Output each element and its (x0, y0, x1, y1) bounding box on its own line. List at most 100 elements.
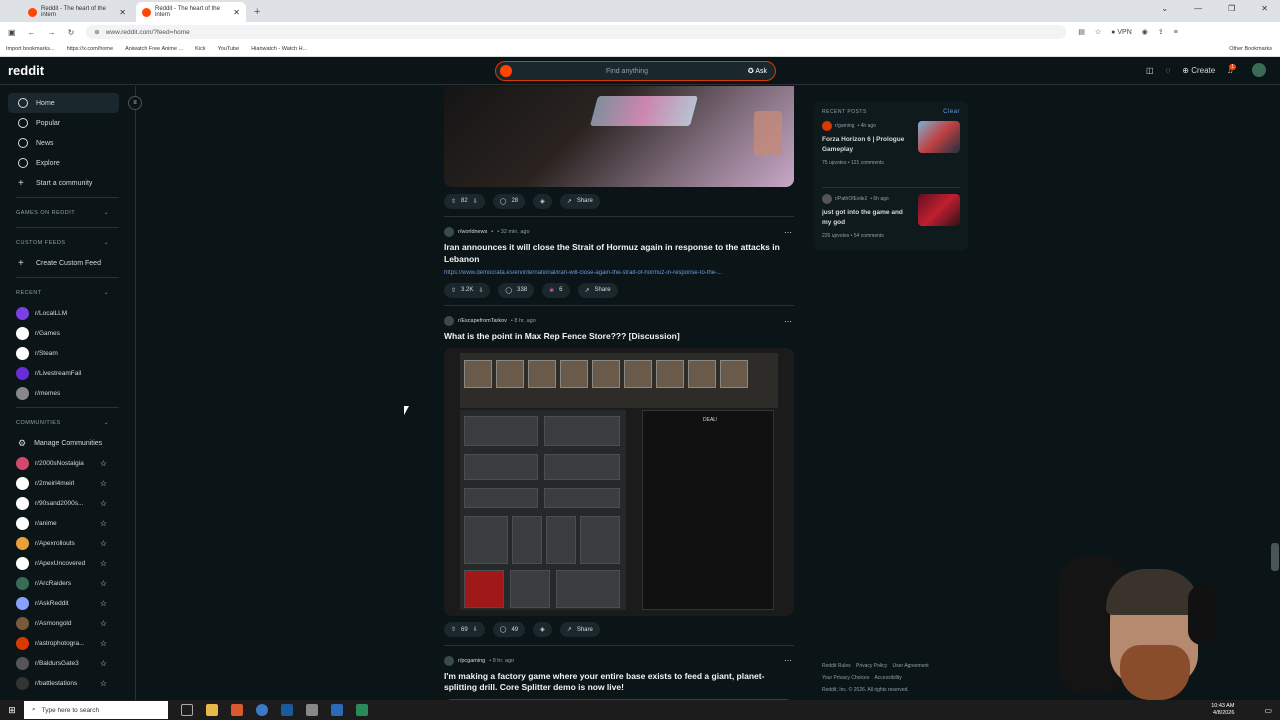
more-options-icon[interactable]: ⋯ (784, 656, 792, 665)
sidebar-community-item[interactable]: r/LivestreamFail (0, 363, 135, 383)
create-button[interactable]: ⊕ Create (1182, 66, 1215, 75)
favorite-star-icon[interactable]: ☆ (100, 679, 107, 688)
share-button[interactable]: ↗ Share (559, 622, 600, 637)
sidebar-item-start-community[interactable]: + Start a community (0, 173, 135, 193)
taskbar-search-input[interactable]: ⌕ Type here to search (24, 701, 168, 719)
downvote-icon[interactable]: ⇩ (473, 198, 478, 205)
post-link[interactable]: https://www.democrata.es/en/internationa… (444, 270, 794, 276)
upvote-icon[interactable]: ⇧ (451, 287, 456, 294)
bookmark-item[interactable]: YouTube (218, 46, 240, 52)
recent-post-title[interactable]: just got into the game and my god (822, 208, 914, 228)
comments-button[interactable]: ◯ 338 (498, 282, 535, 298)
taskbar-clock[interactable]: 10:43 AM 4/8/2026 (1211, 703, 1234, 717)
browser-tab[interactable]: Reddit - The heart of the intern ✕ (22, 2, 132, 22)
post-title[interactable]: Iran announces it will close the Strait … (444, 242, 794, 265)
subreddit-avatar[interactable] (444, 316, 454, 326)
more-options-icon[interactable]: ⋯ (784, 228, 792, 237)
collapse-sidebar-button[interactable]: ≡ (128, 96, 142, 110)
steam-icon[interactable] (281, 704, 293, 716)
clear-button[interactable]: Clear (943, 109, 960, 115)
sidebar-community-item[interactable]: r/Apexrollouts ☆ (0, 533, 135, 553)
bookmark-item[interactable]: Kick (195, 46, 205, 52)
favorite-star-icon[interactable]: ☆ (100, 619, 107, 628)
downvote-icon[interactable]: ⇩ (478, 287, 483, 294)
favorite-star-icon[interactable]: ☆ (100, 659, 107, 668)
section-recent[interactable]: RECENT ⌄ (0, 283, 135, 303)
bookmark-item[interactable]: https://x.com/home (67, 46, 113, 52)
sidebar-item-news[interactable]: News (0, 133, 135, 153)
close-window-icon[interactable]: ✕ (1261, 4, 1268, 13)
sidebar-community-item[interactable]: r/battlestations ☆ (0, 673, 135, 693)
extension-icon[interactable]: ◉ (1142, 28, 1148, 36)
browser-icon[interactable] (231, 704, 243, 716)
manage-communities[interactable]: ⚙ Manage Communities (0, 433, 135, 453)
other-bookmarks[interactable]: Other Bookmarks (1229, 46, 1272, 52)
tab-search-icon[interactable]: ⌄ (1161, 4, 1168, 13)
subreddit-avatar[interactable] (444, 655, 454, 666)
footer-link[interactable]: Privacy Policy (856, 663, 887, 669)
share-icon[interactable]: ⇪ (1158, 28, 1164, 36)
recent-post-title[interactable]: Forza Horizon 6 | Prologue Gameplay (822, 135, 914, 155)
reader-icon[interactable]: ▤ (1078, 28, 1085, 36)
bookmark-star-icon[interactable]: ☆ (1095, 28, 1101, 36)
bookmark-item[interactable]: Hianwatch - Watch H... (251, 46, 307, 52)
favorite-star-icon[interactable]: ☆ (100, 639, 107, 648)
sidebar-item-popular[interactable]: Popular (0, 113, 135, 133)
close-tab-icon[interactable]: ✕ (233, 8, 240, 17)
post-image[interactable] (444, 86, 794, 187)
favorite-star-icon[interactable]: ☆ (100, 559, 107, 568)
footer-link[interactable]: Reddit Rules (822, 663, 851, 669)
sidebar-community-item[interactable]: r/Asmongold ☆ (0, 613, 135, 633)
notification-center-icon[interactable]: ▭ (1264, 706, 1272, 715)
post-image[interactable]: DEAL! (444, 347, 794, 616)
post-title[interactable]: I'm making a factory game where your ent… (444, 671, 794, 694)
footer-link[interactable]: User Agreement (893, 663, 929, 669)
sidebar-community-item[interactable]: r/90sand2000s... ☆ (0, 493, 135, 513)
windows-start-icon[interactable]: ⊞ (0, 705, 24, 716)
app-icon[interactable] (306, 704, 318, 716)
vpn-button[interactable]: ● VPN (1111, 29, 1132, 36)
sidebar-community-item[interactable]: r/astrophotogra... ☆ (0, 633, 135, 653)
section-custom-feeds[interactable]: CUSTOM FEEDS ⌄ (0, 233, 135, 253)
favorite-star-icon[interactable]: ☆ (100, 459, 107, 468)
sidebar-community-item[interactable]: r/2meirl4meirl ☆ (0, 473, 135, 493)
sidebar-toggle-icon[interactable]: ▣ (8, 28, 16, 37)
sidebar-community-item[interactable]: r/2000sNostalgia ☆ (0, 453, 135, 473)
favorite-star-icon[interactable]: ☆ (100, 479, 107, 488)
advertise-icon[interactable]: ◫ (1146, 66, 1154, 75)
bookmark-item[interactable]: Aniwatch Free Anime ... (125, 46, 183, 52)
search-input[interactable]: Find anything ✪ Ask (495, 61, 776, 81)
app-icon[interactable] (256, 704, 268, 716)
section-communities[interactable]: COMMUNITIES ⌄ (0, 413, 135, 433)
sidebar-community-item[interactable]: r/BaldursGate3 ☆ (0, 653, 135, 673)
share-button[interactable]: ↗ Share (577, 282, 618, 298)
more-options-icon[interactable]: ⋯ (784, 317, 792, 326)
favorite-star-icon[interactable]: ☆ (100, 519, 107, 528)
sidebar-community-item[interactable]: r/ArcRaiders ☆ (0, 573, 135, 593)
comments-button[interactable]: ◯ 28 (492, 193, 526, 209)
sidebar-community-item[interactable]: r/memes (0, 383, 135, 403)
notifications-icon[interactable]: ♫1 (1227, 63, 1240, 75)
sidebar-community-item[interactable]: r/LocalLLM (0, 303, 135, 323)
subreddit-link[interactable]: r/pcgaming (458, 658, 485, 664)
sidebar-item-home[interactable]: Home (8, 93, 119, 113)
menu-icon[interactable]: ≡ (1174, 29, 1178, 36)
user-avatar[interactable] (1252, 63, 1266, 77)
subreddit-link[interactable]: r/EscapefromTarkov (458, 318, 507, 324)
comments-button[interactable]: ◯ 49 (492, 622, 526, 637)
award-button[interactable]: ◈ (533, 622, 552, 637)
sidebar-community-item[interactable]: r/anime ☆ (0, 513, 135, 533)
reload-icon[interactable]: ↻ (68, 28, 75, 37)
favorite-star-icon[interactable]: ☆ (100, 579, 107, 588)
award-button[interactable]: ◈ (533, 193, 552, 209)
award-button[interactable]: ❀ 6 (542, 282, 570, 298)
create-custom-feed[interactable]: + Create Custom Feed (0, 253, 135, 273)
section-games[interactable]: GAMES ON REDDIT ⌄ (0, 203, 135, 223)
sidebar-community-item[interactable]: r/Games (0, 323, 135, 343)
browser-tab-active[interactable]: Reddit - The heart of the intern ✕ (136, 2, 246, 22)
task-view-icon[interactable] (181, 704, 193, 716)
scrollbar-thumb[interactable] (1271, 543, 1279, 571)
close-tab-icon[interactable]: ✕ (119, 8, 126, 17)
subreddit-link[interactable]: r/gaming (835, 123, 854, 129)
app-icon[interactable] (331, 704, 343, 716)
